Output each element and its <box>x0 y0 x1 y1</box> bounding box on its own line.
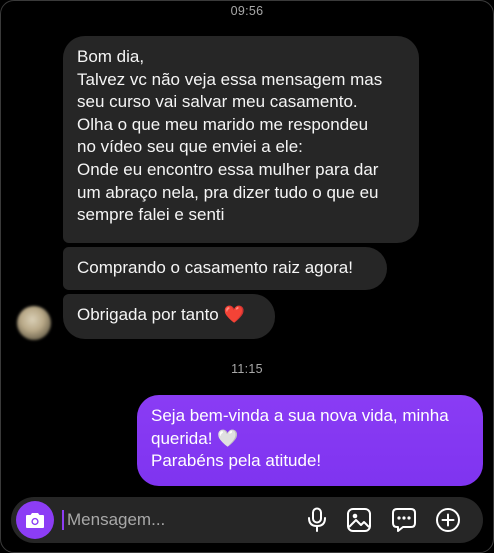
chat-window: 09:56 Bom dia, Talvez vc não veja essa m… <box>0 0 494 553</box>
camera-button[interactable] <box>16 501 54 539</box>
message-text: Comprando o casamento raiz agora! <box>77 258 353 277</box>
microphone-icon <box>308 507 326 532</box>
message-text-content: Obrigada por tanto <box>77 305 219 324</box>
camera-icon <box>26 513 44 528</box>
message-input-placeholder: Mensagem... <box>67 510 166 529</box>
message-line: Olha o que meu marido me respondeu <box>77 114 369 134</box>
timestamp-mid: 11:15 <box>231 362 263 376</box>
incoming-message[interactable]: Comprando o casamento raiz agora! <box>63 247 387 290</box>
message-line: um abraço nela, pra dizer tudo o que eu <box>77 182 379 202</box>
incoming-message[interactable]: Bom dia, Talvez vc não veja essa mensage… <box>63 36 419 243</box>
message-line: Bom dia, <box>77 47 145 66</box>
message-line-text: querida! <box>151 428 213 448</box>
sticker-button[interactable] <box>390 506 418 534</box>
avatar[interactable] <box>17 306 51 340</box>
message-line: Seja bem-vinda a sua nova vida, minha <box>151 406 449 425</box>
plus-icon <box>436 508 460 532</box>
message-line: no vídeo seu que enviei a ele: <box>77 137 303 157</box>
message-line: seu curso vai salvar meu casamento. <box>77 92 358 112</box>
message-composer: Mensagem... <box>11 497 483 543</box>
outgoing-message[interactable]: Seja bem-vinda a sua nova vida, minha qu… <box>137 395 483 486</box>
sticker-icon <box>392 508 416 532</box>
message-text: Obrigada por tanto ❤️ <box>77 304 261 327</box>
timestamp-top: 09:56 <box>230 4 264 18</box>
white-heart-emoji: 🤍 <box>217 428 239 448</box>
red-heart-emoji: ❤️ <box>223 305 245 324</box>
message-line: Onde eu encontro essa mulher para dar <box>77 159 379 179</box>
image-icon <box>347 508 371 532</box>
message-line: Talvez vc não veja essa mensagem mas <box>77 69 383 89</box>
message-input[interactable]: Mensagem... <box>62 497 282 543</box>
message-line: Parabéns pela atitude! <box>151 451 322 471</box>
add-button[interactable] <box>434 506 462 534</box>
incoming-message[interactable]: Obrigada por tanto ❤️ <box>63 294 275 339</box>
text-caret <box>62 510 64 530</box>
gallery-button[interactable] <box>345 506 373 534</box>
message-line: querida! 🤍 <box>151 428 469 451</box>
microphone-button[interactable] <box>303 506 331 534</box>
message-line: sempre falei e senti <box>77 205 225 225</box>
